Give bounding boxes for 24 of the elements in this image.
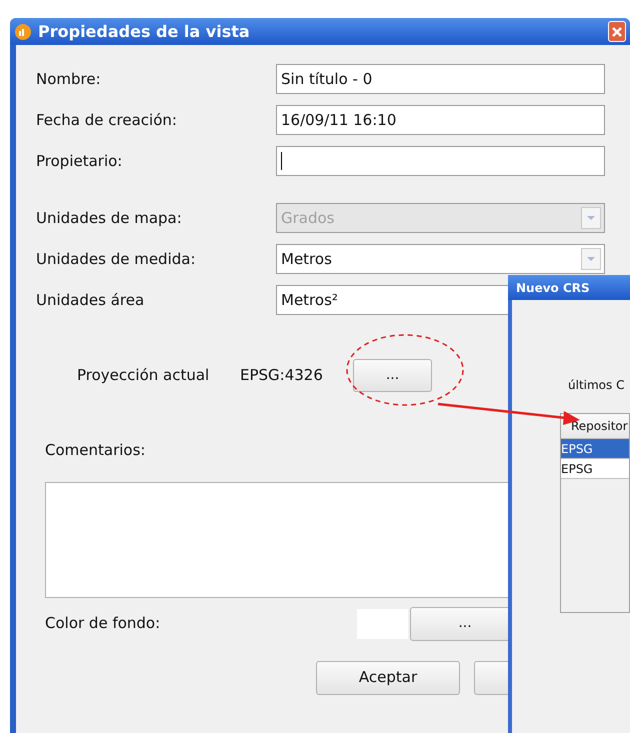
text-field[interactable]: 16/09/11 16:10 bbox=[276, 105, 605, 135]
text-field[interactable] bbox=[276, 146, 605, 176]
field-label: Nombre: bbox=[36, 68, 102, 90]
window-title: Propiedades de la vista bbox=[38, 20, 251, 42]
dropdown[interactable]: Metros bbox=[276, 244, 605, 274]
comments-label: Comentarios: bbox=[45, 440, 146, 461]
field-label: Unidades de medida: bbox=[36, 248, 197, 270]
projection-value: EPSG:4326 bbox=[240, 365, 324, 386]
column-header[interactable]: Repositor bbox=[561, 414, 629, 439]
table-row[interactable]: EPSG bbox=[561, 459, 629, 479]
close-button[interactable] bbox=[608, 21, 626, 42]
field-label: Unidades de mapa: bbox=[36, 208, 183, 229]
text-field[interactable]: Sin título - 0 bbox=[276, 64, 605, 94]
projection-button[interactable]: ... bbox=[353, 359, 432, 392]
app-icon bbox=[14, 22, 32, 40]
table-row[interactable]: EPSG bbox=[561, 439, 629, 459]
field-label: Fecha de creación: bbox=[36, 110, 178, 131]
dialog-button[interactable]: Aceptar bbox=[316, 660, 460, 694]
close-icon bbox=[611, 26, 623, 38]
field-label: Unidades área bbox=[36, 290, 146, 311]
projection-label: Proyección actual bbox=[77, 365, 210, 386]
field-label: Propietario: bbox=[36, 150, 124, 172]
recent-label: últimos C bbox=[568, 377, 624, 394]
color-label: Color de fondo: bbox=[45, 613, 162, 634]
